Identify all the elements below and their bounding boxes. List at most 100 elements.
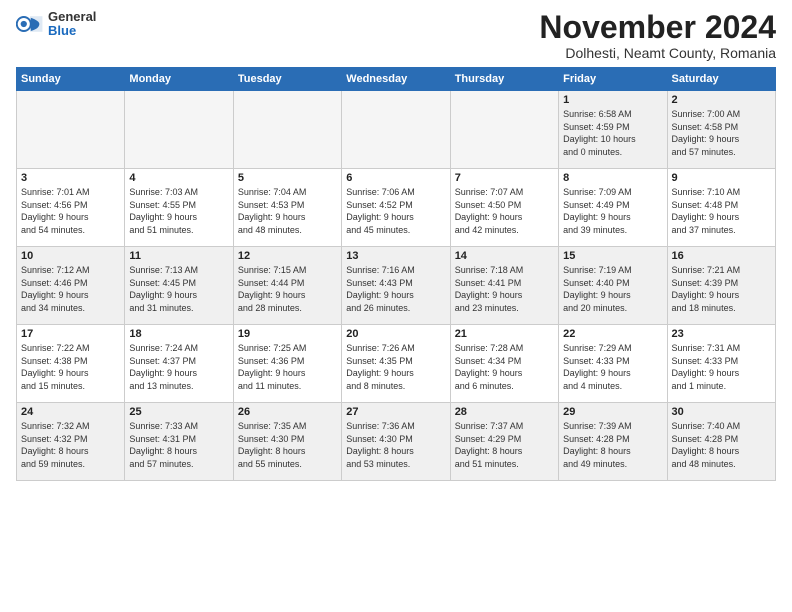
- day-number: 23: [672, 328, 771, 340]
- calendar-cell: 24 Sunrise: 7:32 AM Sunset: 4:32 PM Dayli…: [17, 403, 125, 481]
- calendar-cell: 11 Sunrise: 7:13 AM Sunset: 4:45 PM Dayli…: [125, 247, 233, 325]
- day-number: 4: [129, 172, 228, 184]
- day-number: 3: [21, 172, 120, 184]
- day-info: Sunrise: 7:40 AM Sunset: 4:28 PM Dayligh…: [672, 420, 771, 470]
- calendar-table: SundayMondayTuesdayWednesdayThursdayFrid…: [16, 67, 776, 481]
- calendar-cell: 17Sunrise: 7:22 AM Sunset: 4:38 PM Dayli…: [17, 325, 125, 403]
- day-info: Sunrise: 7:06 AM Sunset: 4:52 PM Dayligh…: [346, 186, 445, 236]
- logo-icon: [16, 10, 44, 38]
- calendar-cell: 29 Sunrise: 7:39 AM Sunset: 4:28 PM Dayli…: [559, 403, 667, 481]
- calendar-cell: 20 Sunrise: 7:26 AM Sunset: 4:35 PM Dayli…: [342, 325, 450, 403]
- calendar-cell: 8Sunrise: 7:09 AM Sunset: 4:49 PM Daylig…: [559, 169, 667, 247]
- day-info: Sunrise: 7:19 AM Sunset: 4:40 PM Dayligh…: [563, 264, 662, 314]
- page-container: General Blue November 2024 Dolhesti, Nea…: [0, 0, 792, 489]
- day-info: Sunrise: 7:25 AM Sunset: 4:36 PM Dayligh…: [238, 342, 337, 392]
- calendar-cell: 12Sunrise: 7:15 AM Sunset: 4:44 PM Dayli…: [233, 247, 341, 325]
- day-info: Sunrise: 7:35 AM Sunset: 4:30 PM Dayligh…: [238, 420, 337, 470]
- location-subtitle: Dolhesti, Neamt County, Romania: [539, 45, 776, 61]
- calendar-week-row: 3Sunrise: 7:01 AM Sunset: 4:56 PM Daylig…: [17, 169, 776, 247]
- logo-general-label: General: [48, 10, 96, 24]
- day-info: Sunrise: 7:26 AM Sunset: 4:35 PM Dayligh…: [346, 342, 445, 392]
- calendar-cell: 19 Sunrise: 7:25 AM Sunset: 4:36 PM Dayli…: [233, 325, 341, 403]
- day-info: Sunrise: 7:28 AM Sunset: 4:34 PM Dayligh…: [455, 342, 554, 392]
- day-number: 18: [129, 328, 228, 340]
- day-info: Sunrise: 7:00 AM Sunset: 4:58 PM Dayligh…: [672, 108, 771, 158]
- calendar-cell: 9Sunrise: 7:10 AM Sunset: 4:48 PM Daylig…: [667, 169, 775, 247]
- calendar-cell: 10Sunrise: 7:12 AM Sunset: 4:46 PM Dayli…: [17, 247, 125, 325]
- day-info: Sunrise: 7:31 AM Sunset: 4:33 PM Dayligh…: [672, 342, 771, 392]
- day-info: Sunrise: 7:09 AM Sunset: 4:49 PM Dayligh…: [563, 186, 662, 236]
- day-number: 15: [563, 250, 662, 262]
- calendar-week-row: 17Sunrise: 7:22 AM Sunset: 4:38 PM Dayli…: [17, 325, 776, 403]
- calendar-cell: [125, 91, 233, 169]
- day-number: 21: [455, 328, 554, 340]
- calendar-week-row: 24 Sunrise: 7:32 AM Sunset: 4:32 PM Dayli…: [17, 403, 776, 481]
- day-number: 29: [563, 406, 662, 418]
- day-number: 11: [129, 250, 228, 262]
- header: General Blue November 2024 Dolhesti, Nea…: [16, 10, 776, 61]
- day-number: 19: [238, 328, 337, 340]
- day-number: 6: [346, 172, 445, 184]
- day-info: Sunrise: 7:29 AM Sunset: 4:33 PM Dayligh…: [563, 342, 662, 392]
- day-info: Sunrise: 7:36 AM Sunset: 4:30 PM Dayligh…: [346, 420, 445, 470]
- day-number: 9: [672, 172, 771, 184]
- calendar-cell: 1 Sunrise: 6:58 AM Sunset: 4:59 PM Daylig…: [559, 91, 667, 169]
- calendar-cell: [17, 91, 125, 169]
- day-number: 2: [672, 94, 771, 106]
- day-header-monday: Monday: [125, 68, 233, 91]
- day-header-saturday: Saturday: [667, 68, 775, 91]
- calendar-cell: 2 Sunrise: 7:00 AM Sunset: 4:58 PM Daylig…: [667, 91, 775, 169]
- calendar-cell: 26Sunrise: 7:35 AM Sunset: 4:30 PM Dayli…: [233, 403, 341, 481]
- calendar-cell: 16 Sunrise: 7:21 AM Sunset: 4:39 PM Dayli…: [667, 247, 775, 325]
- calendar-cell: 23 Sunrise: 7:31 AM Sunset: 4:33 PM Dayli…: [667, 325, 775, 403]
- day-info: Sunrise: 7:22 AM Sunset: 4:38 PM Dayligh…: [21, 342, 120, 392]
- day-info: Sunrise: 7:16 AM Sunset: 4:43 PM Dayligh…: [346, 264, 445, 314]
- calendar-cell: [233, 91, 341, 169]
- day-number: 20: [346, 328, 445, 340]
- day-number: 25: [129, 406, 228, 418]
- day-info: Sunrise: 7:07 AM Sunset: 4:50 PM Dayligh…: [455, 186, 554, 236]
- day-info: Sunrise: 7:33 AM Sunset: 4:31 PM Dayligh…: [129, 420, 228, 470]
- calendar-cell: 14Sunrise: 7:18 AM Sunset: 4:41 PM Dayli…: [450, 247, 558, 325]
- calendar-week-row: 1 Sunrise: 6:58 AM Sunset: 4:59 PM Daylig…: [17, 91, 776, 169]
- day-info: Sunrise: 7:13 AM Sunset: 4:45 PM Dayligh…: [129, 264, 228, 314]
- day-number: 16: [672, 250, 771, 262]
- day-number: 14: [455, 250, 554, 262]
- day-info: Sunrise: 7:15 AM Sunset: 4:44 PM Dayligh…: [238, 264, 337, 314]
- day-header-friday: Friday: [559, 68, 667, 91]
- calendar-cell: 3Sunrise: 7:01 AM Sunset: 4:56 PM Daylig…: [17, 169, 125, 247]
- calendar-cell: 4 Sunrise: 7:03 AM Sunset: 4:55 PM Daylig…: [125, 169, 233, 247]
- day-info: Sunrise: 7:37 AM Sunset: 4:29 PM Dayligh…: [455, 420, 554, 470]
- calendar-cell: 18Sunrise: 7:24 AM Sunset: 4:37 PM Dayli…: [125, 325, 233, 403]
- day-header-wednesday: Wednesday: [342, 68, 450, 91]
- logo-blue-label: Blue: [48, 24, 96, 38]
- day-number: 24: [21, 406, 120, 418]
- title-block: November 2024 Dolhesti, Neamt County, Ro…: [539, 10, 776, 61]
- day-info: Sunrise: 7:39 AM Sunset: 4:28 PM Dayligh…: [563, 420, 662, 470]
- day-number: 13: [346, 250, 445, 262]
- day-info: Sunrise: 6:58 AM Sunset: 4:59 PM Dayligh…: [563, 108, 662, 158]
- calendar-cell: 25 Sunrise: 7:33 AM Sunset: 4:31 PM Dayli…: [125, 403, 233, 481]
- day-number: 7: [455, 172, 554, 184]
- day-info: Sunrise: 7:03 AM Sunset: 4:55 PM Dayligh…: [129, 186, 228, 236]
- logo-text: General Blue: [48, 10, 96, 39]
- day-number: 28: [455, 406, 554, 418]
- day-header-thursday: Thursday: [450, 68, 558, 91]
- day-header-sunday: Sunday: [17, 68, 125, 91]
- day-info: Sunrise: 7:04 AM Sunset: 4:53 PM Dayligh…: [238, 186, 337, 236]
- calendar-cell: 5Sunrise: 7:04 AM Sunset: 4:53 PM Daylig…: [233, 169, 341, 247]
- day-info: Sunrise: 7:21 AM Sunset: 4:39 PM Dayligh…: [672, 264, 771, 314]
- day-number: 10: [21, 250, 120, 262]
- calendar-cell: [450, 91, 558, 169]
- calendar-week-row: 10Sunrise: 7:12 AM Sunset: 4:46 PM Dayli…: [17, 247, 776, 325]
- calendar-cell: 6 Sunrise: 7:06 AM Sunset: 4:52 PM Daylig…: [342, 169, 450, 247]
- calendar-cell: 13 Sunrise: 7:16 AM Sunset: 4:43 PM Dayli…: [342, 247, 450, 325]
- day-info: Sunrise: 7:32 AM Sunset: 4:32 PM Dayligh…: [21, 420, 120, 470]
- day-number: 1: [563, 94, 662, 106]
- calendar-cell: 28 Sunrise: 7:37 AM Sunset: 4:29 PM Dayli…: [450, 403, 558, 481]
- day-number: 30: [672, 406, 771, 418]
- calendar-cell: 27 Sunrise: 7:36 AM Sunset: 4:30 PM Dayli…: [342, 403, 450, 481]
- month-title: November 2024: [539, 10, 776, 45]
- logo: General Blue: [16, 10, 96, 39]
- day-number: 27: [346, 406, 445, 418]
